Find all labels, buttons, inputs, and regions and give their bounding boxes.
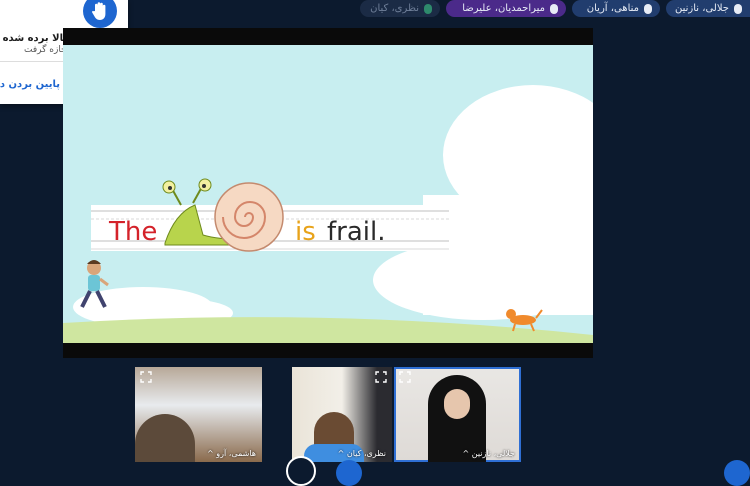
participant-chip-2[interactable]: مناهی، آریان	[572, 0, 660, 17]
word-frail: frail.	[327, 217, 386, 247]
microphone-icon	[550, 3, 558, 14]
expand-icon[interactable]	[140, 371, 152, 383]
video-tile-1[interactable]: هاشمی، آرو ^	[135, 367, 262, 462]
toolbar-button[interactable]	[724, 460, 750, 486]
tile-name: نظری، کیان ^	[337, 449, 386, 458]
participant-chip-3[interactable]: میراحمدیان، علیرضا	[446, 0, 566, 17]
expand-icon[interactable]	[375, 371, 387, 383]
participant-chip-4[interactable]: نظری، کیان	[360, 0, 440, 17]
expand-icon[interactable]	[399, 371, 411, 383]
lower-hand-button[interactable]: پایین بردن دس	[0, 79, 60, 90]
tile-name: هاشمی، آرو ^	[207, 449, 256, 458]
word-is: is	[295, 217, 316, 247]
toolbar-button[interactable]	[286, 456, 316, 486]
toolbar-button[interactable]	[336, 460, 362, 486]
participant-chip-1[interactable]: جلالی، نازنین	[666, 0, 750, 17]
shared-presentation: The is frail.	[63, 28, 593, 358]
microphone-icon	[734, 3, 742, 14]
microphone-off-icon	[424, 3, 432, 14]
word-the: The	[108, 217, 157, 247]
participant-name: میراحمدیان، علیرضا	[462, 3, 545, 14]
participant-name: مناهی، آریان	[586, 3, 639, 14]
raised-hand-icon	[83, 0, 117, 28]
microphone-icon	[644, 3, 652, 14]
participant-name: نظری، کیان	[370, 3, 419, 14]
tile-name: جلالی، نازنین ^	[462, 449, 515, 458]
video-tile-3[interactable]: جلالی، نازنین ^	[394, 367, 521, 462]
participant-video	[135, 414, 195, 462]
video-tile-2[interactable]: نظری، کیان ^	[292, 367, 392, 462]
participant-name: جلالی، نازنین	[674, 3, 729, 14]
slide-canvas: The is frail.	[63, 45, 593, 343]
